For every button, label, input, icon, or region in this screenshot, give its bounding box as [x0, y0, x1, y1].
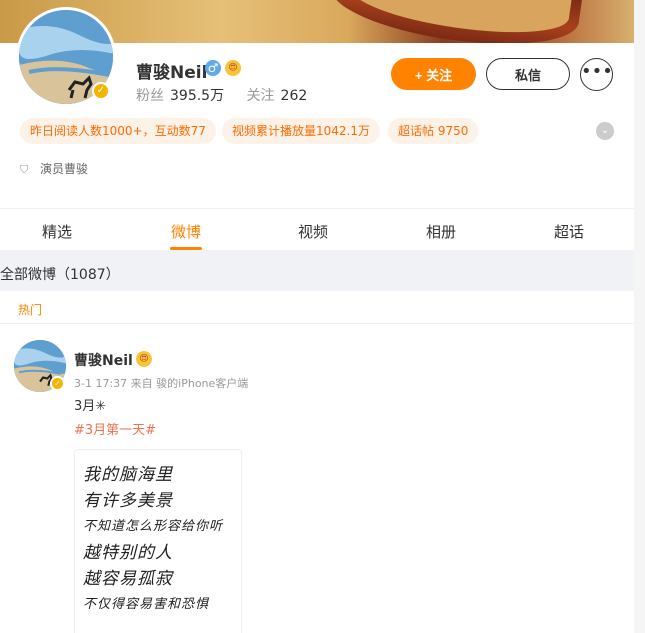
handwriting-line: 我的脑海里	[83, 465, 173, 485]
profile-tabs: 精选 微博 视频 相册 超话	[0, 208, 634, 250]
identity-line: ⛉ 演员曹骏	[20, 160, 88, 177]
fans-count[interactable]: 粉丝 395.5万	[136, 88, 229, 104]
all-weibo-count[interactable]: 全部微博（1087）	[0, 264, 120, 284]
handwriting-line: 有许多美景	[83, 491, 173, 511]
profile-stats: 粉丝 395.5万 关注 262	[136, 85, 325, 105]
post-topic-link[interactable]: #3月第一天#	[74, 419, 156, 438]
verified-badge-icon: ✓	[50, 376, 65, 391]
heart-eyes-emoji-icon: 😍	[136, 351, 152, 367]
scrollbar[interactable]	[634, 0, 645, 633]
tab-weibo[interactable]: 微博	[156, 221, 216, 242]
post-author-name[interactable]: 曹骏Neil	[74, 350, 133, 370]
heart-eyes-emoji-icon: 😍	[225, 60, 241, 76]
more-options-button[interactable]: •••	[580, 58, 613, 91]
follow-button[interactable]: + 关注	[391, 58, 476, 90]
handwriting-line: 不知道怎么形容给你听	[83, 519, 224, 534]
handwriting-line: 越特别的人	[83, 543, 173, 563]
fans-label: 粉丝	[136, 88, 164, 104]
post-card: 热门 ✓ 曹骏Neil 😍 3-1 17:37 来自 骏的iPhone客户端 3…	[0, 291, 634, 633]
expand-chevron-icon[interactable]: ⌄	[596, 122, 614, 140]
tab-featured[interactable]: 精选	[27, 221, 87, 242]
following-count[interactable]: 关注 262	[247, 88, 308, 104]
male-gender-icon: ♂	[205, 60, 221, 76]
profile-card: ✓ 曹骏Neil ♂ 😍 粉丝 395.5万 关注 262 + 关注 私信 ••• …	[0, 0, 634, 250]
verified-badge-icon: ✓	[92, 82, 110, 100]
tag-video-plays[interactable]: 视频累计播放量1042.1万	[222, 118, 380, 144]
divider	[0, 323, 634, 324]
active-tab-indicator	[170, 247, 202, 250]
message-button[interactable]: 私信	[486, 58, 570, 90]
tab-super-topic[interactable]: 超话	[539, 221, 599, 242]
fans-value: 395.5万	[170, 88, 225, 104]
post-meta: 3-1 17:37 来自 骏的iPhone客户端	[74, 377, 249, 390]
identity-text: 演员曹骏	[40, 162, 89, 176]
tab-video[interactable]: 视频	[283, 221, 343, 242]
hot-label: 热门	[18, 303, 43, 317]
tag-super-topic[interactable]: 超话帖 9750	[388, 118, 479, 144]
handwriting-line: 不仅得容易害和恐惧	[83, 597, 210, 612]
post-image[interactable]: 我的脑海里 有许多美景 不知道怎么形容给你听 越特别的人 越容易孤寂 不仅得容易…	[74, 449, 242, 633]
tag-reading-stats[interactable]: 昨日阅读人数1000+，互动数77	[20, 118, 216, 144]
post-text: 3月✳	[74, 399, 107, 414]
handwriting-line: 越容易孤寂	[83, 569, 173, 589]
tab-album[interactable]: 相册	[411, 221, 471, 242]
shield-icon: ⛉	[20, 163, 29, 176]
profile-name: 曹骏Neil	[136, 63, 208, 83]
following-label: 关注	[246, 88, 275, 104]
following-value: 262	[280, 88, 308, 104]
